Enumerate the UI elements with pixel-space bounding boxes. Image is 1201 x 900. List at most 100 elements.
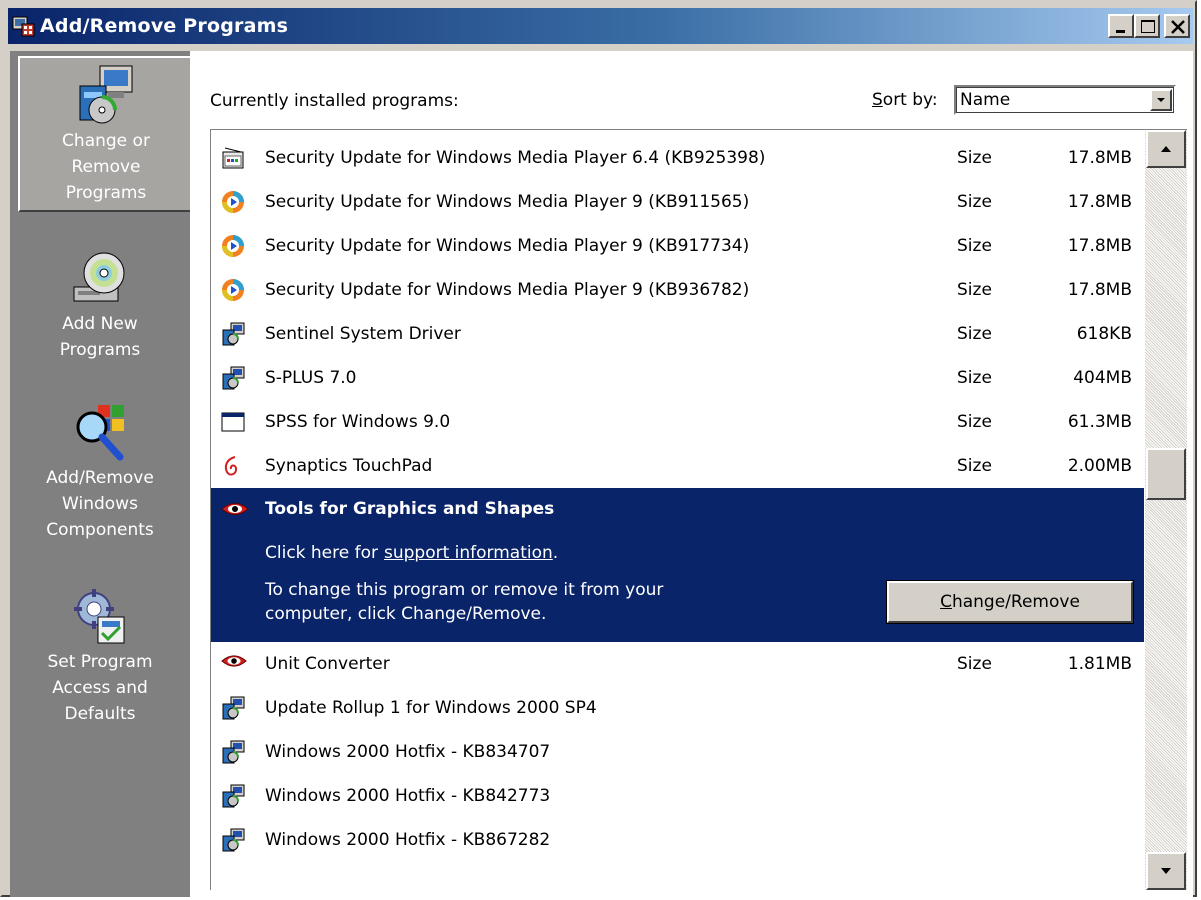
media-player-9-icon <box>221 234 245 258</box>
size-value: 2.00MB <box>1067 456 1132 476</box>
installer-box-icon <box>221 322 245 346</box>
maximize-icon <box>1141 20 1155 33</box>
program-name: Windows 2000 Hotfix - KB867282 <box>265 830 551 850</box>
program-row[interactable]: Sentinel System Driver Size 618KB <box>211 312 1144 356</box>
media-player-9-icon <box>221 190 245 214</box>
installer-box-icon <box>221 784 245 808</box>
size-value: 17.8MB <box>1067 192 1132 212</box>
program-row[interactable]: Windows 2000 Hotfix - KB842773 <box>211 774 1144 818</box>
support-info-suffix: . <box>552 543 559 563</box>
sort-by-accelerator: S <box>872 90 883 110</box>
selected-program-description: To change this program or remove it from… <box>265 578 765 626</box>
installed-programs-list[interactable]: Security Update for Windows Media Player… <box>210 129 1187 890</box>
change-remove-accelerator: C <box>940 592 952 612</box>
window-app-icon <box>221 410 245 434</box>
media-player-9-icon <box>221 278 245 302</box>
title-bar[interactable]: Add/Remove Programs <box>8 8 1193 44</box>
sidebar-item-add-remove-windows-components[interactable]: Add/Remove Windows Components <box>10 401 190 543</box>
description-line-1: To change this program or remove it from… <box>265 580 664 600</box>
arrow-up-icon <box>1161 146 1171 152</box>
program-name: Sentinel System Driver <box>265 324 461 344</box>
program-row[interactable]: Security Update for Windows Media Player… <box>211 180 1144 224</box>
maximize-button[interactable] <box>1134 14 1160 38</box>
sidebar-item-label: Change or <box>62 131 150 151</box>
size-label: Size <box>957 236 992 256</box>
window-title: Add/Remove Programs <box>40 15 289 37</box>
size-label: Size <box>957 456 992 476</box>
size-value: 1.81MB <box>1067 654 1132 674</box>
program-row[interactable]: Windows 2000 Hotfix - KB834707 <box>211 730 1144 774</box>
program-name: Update Rollup 1 for Windows 2000 SP4 <box>265 698 597 718</box>
program-row[interactable]: SPSS for Windows 9.0 Size 61.3MB <box>211 400 1144 444</box>
size-value: 61.3MB <box>1067 412 1132 432</box>
program-name: Unit Converter <box>265 654 390 674</box>
size-label: Size <box>957 654 992 674</box>
sidebar-item-change-remove-programs[interactable]: Change or Remove Programs <box>18 56 194 212</box>
program-row[interactable]: S-PLUS 7.0 Size 404MB <box>211 356 1144 400</box>
support-information-link[interactable]: support information <box>384 543 553 563</box>
program-name: S-PLUS 7.0 <box>265 368 357 388</box>
size-label: Size <box>957 368 992 388</box>
sort-by-value: Name <box>960 90 1011 110</box>
program-row[interactable]: Security Update for Windows Media Player… <box>211 224 1144 268</box>
program-row[interactable]: Synaptics TouchPad Size 2.00MB <box>211 444 1144 488</box>
size-label: Size <box>957 324 992 344</box>
sidebar-item-set-program-access-defaults[interactable]: Set Program Access and Defaults <box>10 585 190 727</box>
red-eye-icon <box>221 652 247 676</box>
size-label: Size <box>957 192 992 212</box>
support-info-prefix: Click here for <box>265 543 378 563</box>
installer-box-icon <box>221 366 245 390</box>
support-info-text: Click here for support information. <box>265 543 558 563</box>
program-name: Synaptics TouchPad <box>265 456 433 476</box>
sidebar-item-label: Access and <box>52 678 148 698</box>
arrow-down-icon <box>1161 868 1171 874</box>
close-button[interactable] <box>1164 14 1190 38</box>
minimize-button[interactable] <box>1108 14 1134 38</box>
sort-by-select[interactable]: Name <box>954 85 1176 115</box>
program-row[interactable]: Security Update for Windows Media Player… <box>211 268 1144 312</box>
sidebar-item-label: Programs <box>65 183 147 203</box>
sidebar-item-label: Add/Remove <box>46 468 154 488</box>
change-remove-programs-icon <box>79 65 133 124</box>
selected-program-row[interactable]: Tools for Graphics and Shapes Click here… <box>211 488 1144 642</box>
program-access-defaults-icon <box>74 589 125 644</box>
program-row[interactable]: Update Rollup 1 for Windows 2000 SP4 <box>211 686 1144 730</box>
chevron-down-icon <box>1157 98 1165 102</box>
installer-box-icon <box>221 740 245 764</box>
sidebar-item-label: Defaults <box>64 704 136 724</box>
windows-components-icon <box>76 405 124 461</box>
size-label: Size <box>957 148 992 168</box>
sidebar-item-label: Windows <box>62 494 138 514</box>
sidebar: Change or Remove Programs Add New Progra… <box>10 51 194 897</box>
add-remove-programs-app-icon <box>12 16 35 37</box>
program-name: Security Update for Windows Media Player… <box>265 148 766 168</box>
size-value: 17.8MB <box>1067 236 1132 256</box>
installer-box-icon <box>221 696 245 720</box>
scroll-up-button[interactable] <box>1146 130 1186 168</box>
scroll-thumb[interactable] <box>1146 448 1186 500</box>
sort-dropdown-button[interactable] <box>1150 89 1172 111</box>
minimize-icon <box>1116 30 1125 33</box>
program-row[interactable]: Windows 2000 Hotfix - KB867282 <box>211 818 1144 862</box>
sidebar-item-label: Set Program <box>47 652 153 672</box>
change-remove-button[interactable]: Change/Remove <box>886 580 1134 624</box>
size-value: 17.8MB <box>1067 280 1132 300</box>
synaptics-icon <box>221 454 245 478</box>
scroll-down-button[interactable] <box>1146 852 1186 890</box>
program-row[interactable]: Security Update for Windows Media Player… <box>211 136 1144 180</box>
red-eye-icon <box>221 503 249 515</box>
size-label: Size <box>957 412 992 432</box>
sort-by-label: Sort by: <box>872 90 938 110</box>
program-name: Security Update for Windows Media Player… <box>265 192 750 212</box>
sidebar-item-label: Add New <box>62 314 138 334</box>
program-name: Security Update for Windows Media Player… <box>265 236 750 256</box>
sidebar-item-label: Components <box>46 520 154 540</box>
size-label: Size <box>957 280 992 300</box>
main-content: Currently installed programs: Sort by: N… <box>190 51 1193 897</box>
program-name: Windows 2000 Hotfix - KB834707 <box>265 742 551 762</box>
sidebar-item-add-new-programs[interactable]: Add New Programs <box>10 247 190 363</box>
media-player-6-icon <box>221 146 245 170</box>
program-row[interactable]: Unit Converter Size 1.81MB <box>211 642 1144 686</box>
change-remove-label: hange/Remove <box>951 592 1080 612</box>
vertical-scrollbar[interactable] <box>1145 130 1187 890</box>
